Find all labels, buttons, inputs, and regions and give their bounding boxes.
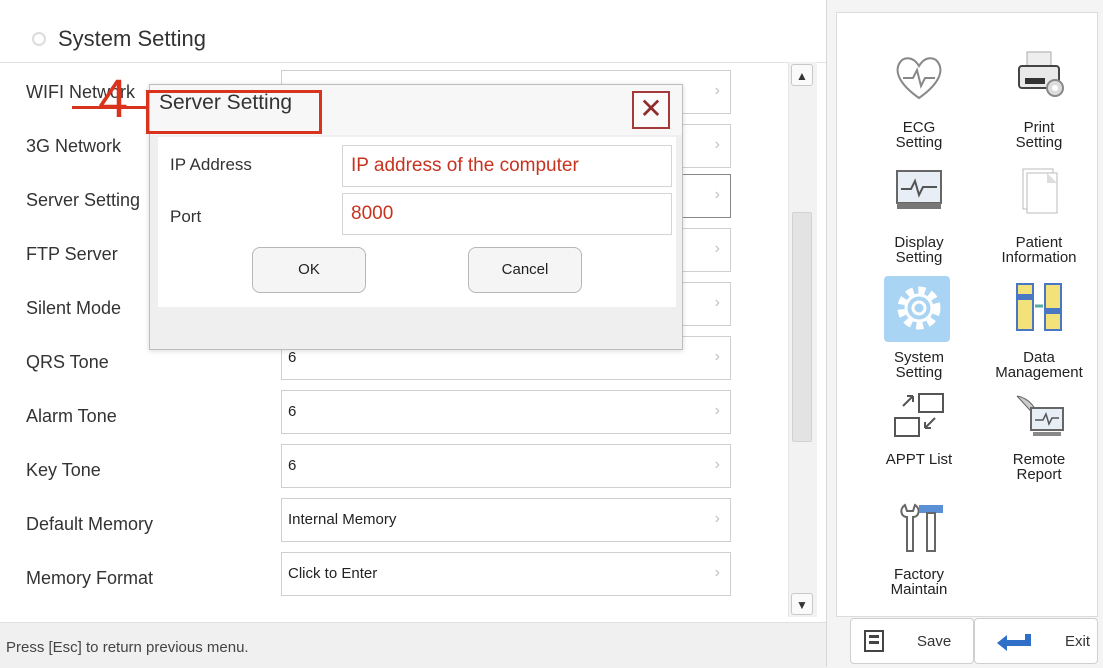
exit-button[interactable]: Exit: [974, 618, 1098, 664]
patient-information-tile[interactable]: Patient Information: [987, 163, 1091, 273]
vertical-scrollbar[interactable]: ▲ ▼: [788, 62, 817, 617]
chevron-right-icon: ›: [714, 294, 720, 311]
tile-label: Factory Maintain: [890, 566, 948, 598]
satellite-monitor-icon: [1016, 395, 1064, 436]
chevron-right-icon: ›: [714, 136, 720, 153]
setting-label-memory-format: Memory Format: [26, 568, 154, 588]
scroll-thumb[interactable]: [792, 212, 812, 442]
port-label: Port: [170, 207, 202, 226]
scroll-down-button[interactable]: ▼: [791, 593, 813, 615]
title-divider: [0, 62, 826, 63]
field-value: 6: [288, 349, 297, 366]
heart-ecg-icon: [896, 57, 942, 100]
remote-report-tile[interactable]: Remote Report: [987, 388, 1091, 498]
appointment-list-icon: [894, 393, 944, 437]
gear-icon: [897, 286, 941, 330]
system-setting-tile[interactable]: System Setting: [867, 276, 971, 388]
port-value: 8000: [351, 203, 394, 224]
scroll-up-button[interactable]: ▲: [791, 64, 813, 86]
default-memory-field[interactable]: Internal Memory ›: [281, 498, 731, 542]
close-button[interactable]: ✕: [632, 91, 670, 129]
key-tone-field[interactable]: 6 ›: [281, 444, 731, 488]
settings-title-icon: [32, 32, 46, 46]
data-transfer-icon: [1016, 283, 1062, 331]
exit-label: Exit: [1065, 633, 1091, 650]
setting-label-qrs-tone: QRS Tone: [26, 352, 109, 372]
tile-label: System Setting: [893, 349, 944, 381]
chevron-right-icon: ›: [714, 240, 720, 257]
documents-icon: [1022, 168, 1058, 214]
ip-address-label: IP Address: [170, 155, 252, 174]
chevron-right-icon: ›: [714, 402, 720, 419]
title-bar: System Setting: [30, 24, 206, 54]
tile-label: Patient Information: [1001, 234, 1077, 266]
printer-gear-icon: [1018, 51, 1064, 97]
field-value: Click to Enter: [288, 565, 378, 582]
setting-label-silent: Silent Mode: [26, 298, 122, 318]
ip-address-input[interactable]: IP address of the computer: [342, 145, 672, 187]
field-value: Internal Memory: [288, 511, 397, 528]
print-setting-tile[interactable]: Print Setting: [987, 48, 1091, 158]
status-text: Press [Esc] to return previous menu.: [6, 639, 249, 656]
save-icon: [864, 630, 884, 652]
ok-button[interactable]: OK: [252, 247, 366, 293]
field-value: 6: [288, 403, 297, 420]
alarm-tone-field[interactable]: 6 ›: [281, 390, 731, 434]
tile-label: ECG Setting: [895, 119, 943, 151]
setting-label-3g: 3G Network: [26, 136, 122, 156]
close-icon: ✕: [639, 93, 663, 124]
step-highlight-box: [146, 90, 322, 134]
tile-label: Remote Report: [1012, 451, 1066, 483]
ip-address-value: IP address of the computer: [351, 155, 579, 176]
ecg-setting-tile[interactable]: ECG Setting: [867, 48, 971, 158]
setting-label-key-tone: Key Tone: [26, 460, 101, 480]
dialog-body: IP Address IP address of the computer Po…: [158, 137, 676, 307]
tile-label: APPT List: [885, 451, 953, 468]
port-input[interactable]: 8000: [342, 193, 672, 235]
field-value: 6: [288, 457, 297, 474]
memory-format-field[interactable]: Click to Enter ›: [281, 552, 731, 596]
step-number: 4: [98, 69, 129, 129]
tile-label: Data Management: [995, 349, 1083, 381]
factory-maintain-tile[interactable]: Factory Maintain: [867, 499, 971, 609]
appt-list-tile[interactable]: APPT List: [867, 388, 971, 498]
chevron-right-icon: ›: [714, 186, 720, 203]
chevron-right-icon: ›: [714, 564, 720, 581]
main-menu-panel: ECG Setting Print Setting Display Settin…: [836, 12, 1098, 617]
wrench-hammer-icon: [900, 503, 943, 552]
data-management-tile[interactable]: Data Management: [987, 278, 1091, 388]
tile-label: Print Setting: [1015, 119, 1063, 151]
monitor-icon: [896, 170, 942, 209]
status-bar: Press [Esc] to return previous menu.: [0, 622, 826, 668]
setting-label-alarm-tone: Alarm Tone: [26, 406, 117, 426]
setting-label-ftp: FTP Server: [26, 244, 118, 264]
page-title: System Setting: [58, 26, 206, 51]
setting-label-default-memory: Default Memory: [26, 514, 154, 534]
setting-label-server: Server Setting: [26, 190, 141, 210]
tile-label: Display Setting: [894, 234, 944, 266]
save-label: Save: [917, 633, 952, 650]
display-setting-tile[interactable]: Display Setting: [867, 163, 971, 273]
cancel-button[interactable]: Cancel: [468, 247, 582, 293]
chevron-right-icon: ›: [714, 82, 720, 99]
chevron-right-icon: ›: [714, 456, 720, 473]
chevron-right-icon: ›: [714, 348, 720, 365]
return-arrow-icon: [997, 634, 1031, 651]
chevron-right-icon: ›: [714, 510, 720, 527]
save-button[interactable]: Save: [850, 618, 974, 664]
